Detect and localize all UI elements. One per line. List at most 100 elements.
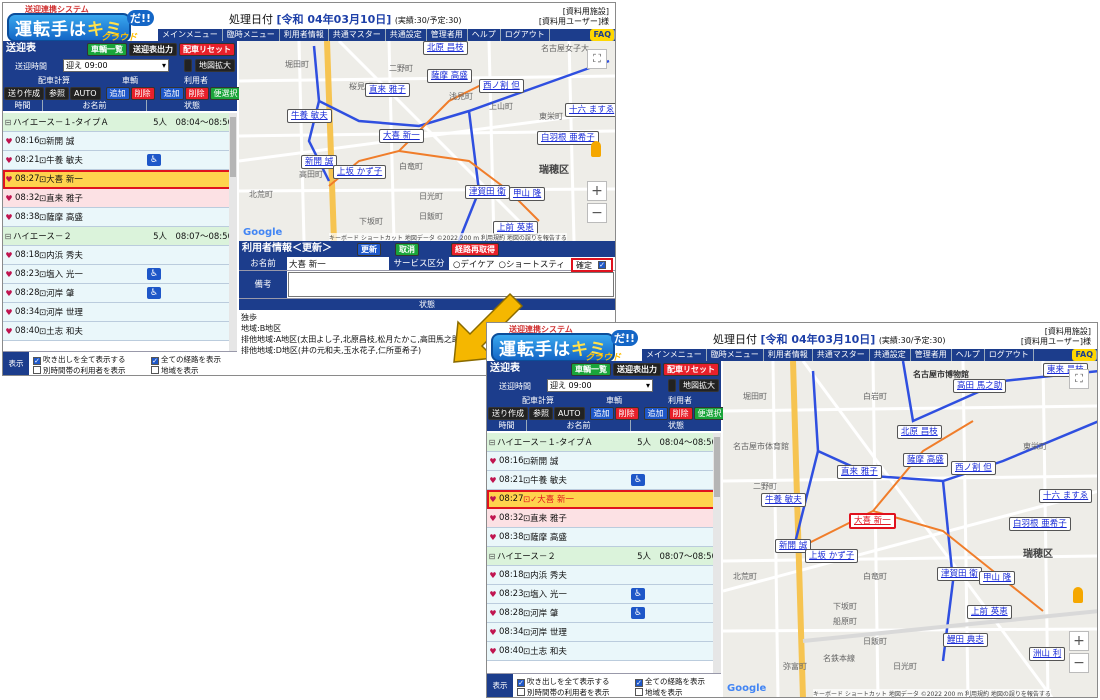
- collapse-icon[interactable]: ⊟: [487, 438, 497, 447]
- list-scrollbar[interactable]: [713, 433, 721, 673]
- faq-button[interactable]: FAQ: [1072, 349, 1097, 361]
- opt-show-all-routes[interactable]: ✓ 全ての経路を表示: [635, 676, 705, 687]
- checkbox-icon[interactable]: ✓: [635, 679, 643, 687]
- menu-item-user-info[interactable]: 利用者情報: [764, 349, 813, 361]
- table-row[interactable]: ♥ 08:21 ⊡牛養 敏夫 ♿: [487, 471, 721, 490]
- create-send-button[interactable]: 送り作成: [488, 406, 528, 420]
- reference-button[interactable]: 参照: [45, 86, 69, 100]
- reference-button[interactable]: 参照: [529, 406, 553, 420]
- map-pin[interactable]: 上前 英恵: [967, 605, 1012, 619]
- map-pin[interactable]: 十六 ますゑ: [565, 103, 615, 117]
- table-row[interactable]: ♥ 08:32 ⊡直来 雅子: [3, 189, 237, 208]
- delete-vehicle-button[interactable]: 削除: [130, 86, 155, 100]
- output-button[interactable]: 送迎表出力: [129, 43, 177, 56]
- map-pin-selected[interactable]: 大喜 新一: [849, 513, 896, 529]
- output-button[interactable]: 送迎表出力: [613, 363, 661, 376]
- map-pin[interactable]: 直来 雅子: [837, 465, 882, 479]
- menu-item-user-info[interactable]: 利用者情報: [280, 29, 329, 41]
- vehicle-row[interactable]: ⊟ ハイエース－２ 5人 08:07〜08:50: [487, 547, 721, 566]
- checkbox-icon[interactable]: [517, 688, 525, 696]
- checkbox-icon[interactable]: ✓: [33, 357, 41, 365]
- select-trip-button[interactable]: 便選択: [693, 406, 726, 420]
- vehicle-row[interactable]: ⊟ ハイエース－１-タイプＡ 5人 08:04〜08:50: [487, 433, 721, 452]
- vehicle-row[interactable]: ⊟ ハイエース－２ 5人 08:07〜08:50: [3, 227, 237, 246]
- map-pin[interactable]: 新開 誠: [301, 155, 338, 169]
- table-row[interactable]: ♥ 08:38 ⊡薩摩 高盛: [3, 208, 237, 227]
- table-row[interactable]: ♥ 08:28 ⊡河岸 肇 ♿: [487, 604, 721, 623]
- menu-item-help[interactable]: ヘルプ: [952, 349, 985, 361]
- map-pin[interactable]: 津賀田 衛: [465, 185, 510, 199]
- menu-item-temp[interactable]: 臨時メニュー: [707, 349, 764, 361]
- time-select[interactable]: 迎え 09:00: [63, 59, 169, 72]
- vehicle-list-button[interactable]: 車輌一覧: [571, 363, 611, 376]
- add-user-button[interactable]: 追加: [159, 86, 184, 100]
- map-pin[interactable]: 津賀田 衛: [937, 567, 982, 581]
- map-copyright[interactable]: キーボード ショートカット 地図データ ©2022 200 m 利用規約 地図の…: [329, 233, 567, 241]
- scrollbar-thumb[interactable]: [714, 437, 720, 497]
- update-button[interactable]: 更新: [357, 243, 381, 256]
- zoom-out-button[interactable]: −: [587, 203, 607, 223]
- delete-user-button[interactable]: 削除: [184, 86, 209, 100]
- menu-item-help[interactable]: ヘルプ: [468, 29, 501, 41]
- cancel-button[interactable]: 取消: [395, 243, 419, 256]
- map-pin[interactable]: 薩摩 高盛: [903, 453, 948, 467]
- menu-item-common-settings[interactable]: 共通設定: [386, 29, 427, 41]
- fullscreen-icon[interactable]: ⛶: [1069, 369, 1089, 389]
- checkbox-icon[interactable]: ✓: [517, 679, 525, 687]
- map-pin[interactable]: 薩摩 高盛: [427, 69, 472, 83]
- zoom-in-button[interactable]: +: [587, 181, 607, 201]
- auto-button[interactable]: AUTO: [554, 406, 585, 420]
- service-daycare[interactable]: ○デイケア: [449, 258, 494, 270]
- map-pin[interactable]: 大喜 新一: [379, 129, 424, 143]
- map-pin[interactable]: 直来 雅子: [365, 83, 410, 97]
- fullscreen-icon[interactable]: ⛶: [587, 49, 607, 69]
- table-row[interactable]: ♥ 08:23 ⊡塩入 光一 ♿: [487, 585, 721, 604]
- service-shortstay[interactable]: ○ショートスティ: [494, 258, 564, 270]
- opt-show-all-bubbles[interactable]: ✓ 吹き出しを全て表示する: [33, 354, 126, 365]
- zoom-toggle[interactable]: [183, 59, 193, 72]
- time-select[interactable]: 迎え 09:00: [547, 379, 653, 392]
- checkbox-icon[interactable]: ✓: [151, 357, 159, 365]
- menu-item-common-master[interactable]: 共通マスター: [329, 29, 386, 41]
- collapse-icon[interactable]: ⊟: [3, 232, 13, 241]
- confirm-box[interactable]: 確定 ✓: [571, 258, 613, 272]
- reset-button[interactable]: 配車リセット: [179, 43, 235, 56]
- menu-item-common-settings[interactable]: 共通設定: [870, 349, 911, 361]
- collapse-icon[interactable]: ⊟: [3, 118, 13, 127]
- menu-item-main[interactable]: メインメニュー: [158, 29, 223, 41]
- map-pin[interactable]: 十六 ますゑ: [1039, 489, 1093, 503]
- table-row[interactable]: ♥ 08:16 ⊡新開 誠: [3, 132, 237, 151]
- list-scrollbar[interactable]: [229, 113, 237, 351]
- add-vehicle-button[interactable]: 追加: [105, 86, 130, 100]
- map-copyright[interactable]: キーボード ショートカット 地図データ ©2022 200 m 利用規約 地図の…: [813, 689, 1051, 697]
- vehicle-row[interactable]: ⊟ ハイエース－１-タイプＡ 5人 08:04〜08:50: [3, 113, 237, 132]
- menu-item-common-master[interactable]: 共通マスター: [813, 349, 870, 361]
- menu-item-temp[interactable]: 臨時メニュー: [223, 29, 280, 41]
- delete-vehicle-button[interactable]: 削除: [614, 406, 639, 420]
- map-zoom-button[interactable]: 地図拡大: [195, 59, 235, 72]
- table-row[interactable]: ♥ 08:28 ⊡河岸 肇 ♿: [3, 284, 237, 303]
- menu-item-logout[interactable]: ログアウト: [985, 349, 1034, 361]
- checkbox-icon[interactable]: [33, 366, 41, 374]
- add-user-button[interactable]: 追加: [643, 406, 668, 420]
- table-row[interactable]: ♥ 08:40 ⊡土志 和夫: [487, 642, 721, 661]
- map-pin[interactable]: 白羽根 亜希子: [537, 131, 599, 145]
- map-pin[interactable]: 白羽根 亜希子: [1009, 517, 1071, 531]
- table-row[interactable]: ♥ 08:32 ⊡直来 雅子: [487, 509, 721, 528]
- zoom-out-button[interactable]: −: [1069, 653, 1089, 673]
- map-pin[interactable]: 上坂 かず子: [805, 549, 859, 563]
- map-pin[interactable]: 上坂 かず子: [333, 165, 387, 179]
- map-pin[interactable]: 西ノ割 但: [479, 79, 524, 93]
- opt-other-times[interactable]: 別時間帯の利用者を表示: [517, 687, 610, 697]
- opt-show-areas[interactable]: 地域を表示: [635, 687, 683, 697]
- table-row[interactable]: ♥ 08:23 ⊡塩入 光一 ♿: [3, 265, 237, 284]
- add-vehicle-button[interactable]: 追加: [589, 406, 614, 420]
- table-row[interactable]: ♥ 08:16 ⊡新開 誠: [487, 452, 721, 471]
- map-pin[interactable]: 甲山 隆: [509, 187, 546, 201]
- table-row[interactable]: ♥ 08:40 ⊡土志 和夫: [3, 322, 237, 341]
- vehicle-list-button[interactable]: 車輌一覧: [87, 43, 127, 56]
- collapse-icon[interactable]: ⊟: [487, 552, 497, 561]
- auto-button[interactable]: AUTO: [70, 86, 101, 100]
- map-pin[interactable]: 鯉田 典志: [943, 633, 988, 647]
- create-send-button[interactable]: 送り作成: [4, 86, 44, 100]
